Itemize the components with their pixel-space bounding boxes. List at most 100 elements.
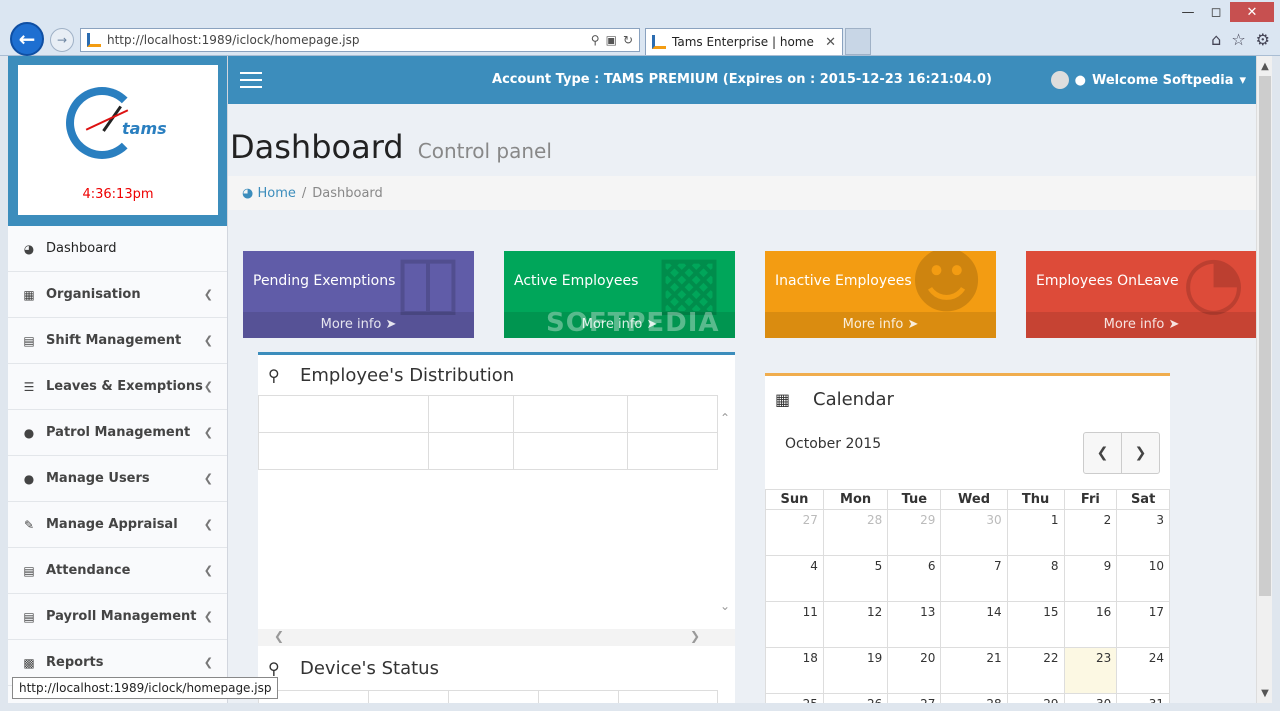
next-month-button[interactable]: ❯	[1121, 433, 1159, 473]
maximize-icon[interactable]: ◻	[1202, 2, 1230, 22]
calendar-day-cell[interactable]: 22	[1006, 647, 1065, 694]
calendar-day-cell[interactable]: 12	[822, 601, 889, 648]
calendar-day-cell[interactable]: 25	[765, 693, 824, 703]
calendar-day-cell[interactable]: 29	[887, 509, 942, 556]
new-tab-button[interactable]	[845, 28, 871, 55]
calendar-day-header: Sat	[1116, 489, 1170, 510]
calendar-day-cell[interactable]: 28	[940, 693, 1008, 703]
minimize-icon[interactable]: —	[1174, 2, 1202, 22]
sidebar-item-shift-management[interactable]: ▤ Shift Management ❮	[8, 318, 227, 364]
close-icon[interactable]: ✕	[1230, 2, 1274, 22]
favorites-star-icon[interactable]: ☆	[1231, 30, 1245, 49]
calendar-day-cell[interactable]: 30	[1063, 693, 1118, 703]
sidebar-item-leaves-exemptions[interactable]: ☰ Leaves & Exemptions ❮	[8, 364, 227, 410]
sidebar-item-payroll-management[interactable]: ▤ Payroll Management ❮	[8, 594, 227, 640]
calendar-day-cell[interactable]: 28	[822, 509, 889, 556]
calendar-grid: Sun Mon Tue Wed Thu Fri Sat 27 28 29 30 1 2 3 4 5 6 7 8 9 1…	[765, 489, 1170, 703]
chevron-left-icon: ❮	[203, 472, 213, 485]
scroll-right-icon[interactable]: ❯	[690, 629, 700, 643]
calendar-day-cell[interactable]: 29	[1006, 693, 1065, 703]
calendar-week: 4 5 6 7 8 9 10	[765, 555, 1170, 602]
breadcrumb-separator: /	[301, 185, 307, 201]
calendar-day-cell[interactable]: 17	[1116, 601, 1170, 648]
calendar-day-cell[interactable]: 27	[887, 693, 942, 703]
dashboard-icon: ◕	[23, 241, 35, 256]
calendar-day-cell[interactable]: 6	[887, 555, 942, 602]
sidebar-item-patrol-management[interactable]: ● Patrol Management ❮	[8, 410, 227, 456]
calendar-day-cell[interactable]: 31	[1116, 693, 1170, 703]
compat-icon[interactable]: ▣	[606, 33, 617, 47]
scroll-down-icon[interactable]: ⌄	[720, 599, 730, 613]
logo-text: tams	[122, 119, 167, 138]
horizontal-scrollbar[interactable]: ❮ ❯	[258, 629, 735, 647]
calendar-day-cell[interactable]: 21	[940, 647, 1008, 694]
info-box-inactive-employees: Inactive Employees ☻ More info ➤	[765, 251, 996, 338]
sidebar-item-label: Patrol Management	[46, 425, 191, 440]
calendar-day-cell[interactable]: 5	[822, 555, 889, 602]
calendar-day-cell[interactable]: 1	[1006, 509, 1065, 556]
calendar-day-cell[interactable]: 23	[1063, 647, 1118, 694]
scroll-up-icon[interactable]: ▲	[1257, 58, 1273, 74]
back-button[interactable]: ←	[10, 22, 44, 56]
map-marker-icon: ⚲	[268, 658, 280, 678]
calendar-day-cell[interactable]: 14	[940, 601, 1008, 648]
breadcrumb-current: Dashboard	[312, 185, 383, 201]
calendar-day-cell[interactable]: 15	[1006, 601, 1065, 648]
settings-gear-icon[interactable]: ⚙	[1256, 30, 1270, 49]
calendar-day-cell[interactable]: 13	[887, 601, 942, 648]
more-info-link[interactable]: More info ➤	[1026, 312, 1256, 338]
shopping-bag-icon: ◫	[393, 251, 462, 323]
calendar-day-cell[interactable]: 7	[940, 555, 1008, 602]
page-scrollbar[interactable]: ▲ ▼	[1256, 56, 1272, 703]
tab-close-icon[interactable]: ✕	[825, 35, 836, 50]
logo[interactable]: tams 4:36:13pm	[18, 65, 218, 215]
user-plus-icon: ☻	[908, 251, 984, 323]
home-icon[interactable]: ⌂	[1211, 30, 1221, 49]
bar-chart-icon: ▩	[23, 655, 35, 670]
calendar-day-cell[interactable]: 4	[765, 555, 824, 602]
sidebar-item-attendance[interactable]: ▤ Attendance ❮	[8, 548, 227, 594]
calendar-day-cell[interactable]: 3	[1116, 509, 1170, 556]
browser-tab[interactable]: Tams Enterprise | home ✕	[645, 28, 843, 55]
sidebar-item-label: Organisation	[46, 287, 141, 302]
calendar-icon: ▦	[775, 389, 791, 409]
calendar-day-cell[interactable]: 18	[765, 647, 824, 694]
info-box-title: Pending Exemptions	[253, 273, 396, 289]
address-url: http://localhost:1989/iclock/homepage.js…	[107, 33, 360, 47]
sidebar-item-manage-users[interactable]: ● Manage Users ❮	[8, 456, 227, 502]
calendar-day-cell[interactable]: 19	[822, 647, 889, 694]
calendar-day-cell[interactable]: 11	[765, 601, 824, 648]
prev-month-button[interactable]: ❮	[1084, 433, 1121, 473]
calendar-day-cell[interactable]: 10	[1116, 555, 1170, 602]
forward-button[interactable]: →	[50, 28, 74, 52]
calendar-week: 11 12 13 14 15 16 17	[765, 601, 1170, 648]
sidebar-item-label: Attendance	[46, 563, 131, 578]
calendar-day-cell[interactable]: 30	[940, 509, 1008, 556]
info-box-title: Employees OnLeave	[1036, 273, 1179, 289]
scroll-down-icon[interactable]: ▼	[1257, 685, 1273, 701]
address-bar[interactable]: http://localhost:1989/iclock/homepage.js…	[80, 28, 640, 52]
more-info-link[interactable]: More info ➤	[765, 312, 996, 338]
scroll-up-icon[interactable]: ⌃	[720, 411, 730, 425]
search-icon[interactable]: ⚲	[591, 33, 600, 47]
breadcrumb-home[interactable]: ◕ Home	[242, 186, 296, 201]
calendar-day-header: Mon	[822, 489, 889, 510]
list-icon: ▤	[23, 333, 35, 348]
calendar-day-cell[interactable]: 26	[822, 693, 889, 703]
calendar-day-cell[interactable]: 20	[887, 647, 942, 694]
sidebar-item-organisation[interactable]: ▦ Organisation ❮	[8, 272, 227, 318]
calendar-nav: ❮ ❯	[1083, 432, 1160, 474]
scrollbar-thumb[interactable]	[1259, 76, 1271, 596]
calendar-day-cell[interactable]: 2	[1063, 509, 1118, 556]
more-info-link[interactable]: More info ➤	[243, 312, 474, 338]
calendar-day-cell[interactable]: 24	[1116, 647, 1170, 694]
sidebar-item-dashboard[interactable]: ◕ Dashboard	[8, 226, 227, 272]
calendar-day-cell[interactable]: 16	[1063, 601, 1118, 648]
calendar-day-cell[interactable]: 27	[765, 509, 824, 556]
refresh-icon[interactable]: ↻	[623, 33, 633, 47]
calendar-day-cell[interactable]: 9	[1063, 555, 1118, 602]
sidebar-item-manage-appraisal[interactable]: ✎ Manage Appraisal ❮	[8, 502, 227, 548]
user-menu[interactable]: ● Welcome Softpedia ▾	[1050, 71, 1246, 89]
scroll-left-icon[interactable]: ❮	[274, 629, 284, 643]
calendar-day-cell[interactable]: 8	[1006, 555, 1065, 602]
